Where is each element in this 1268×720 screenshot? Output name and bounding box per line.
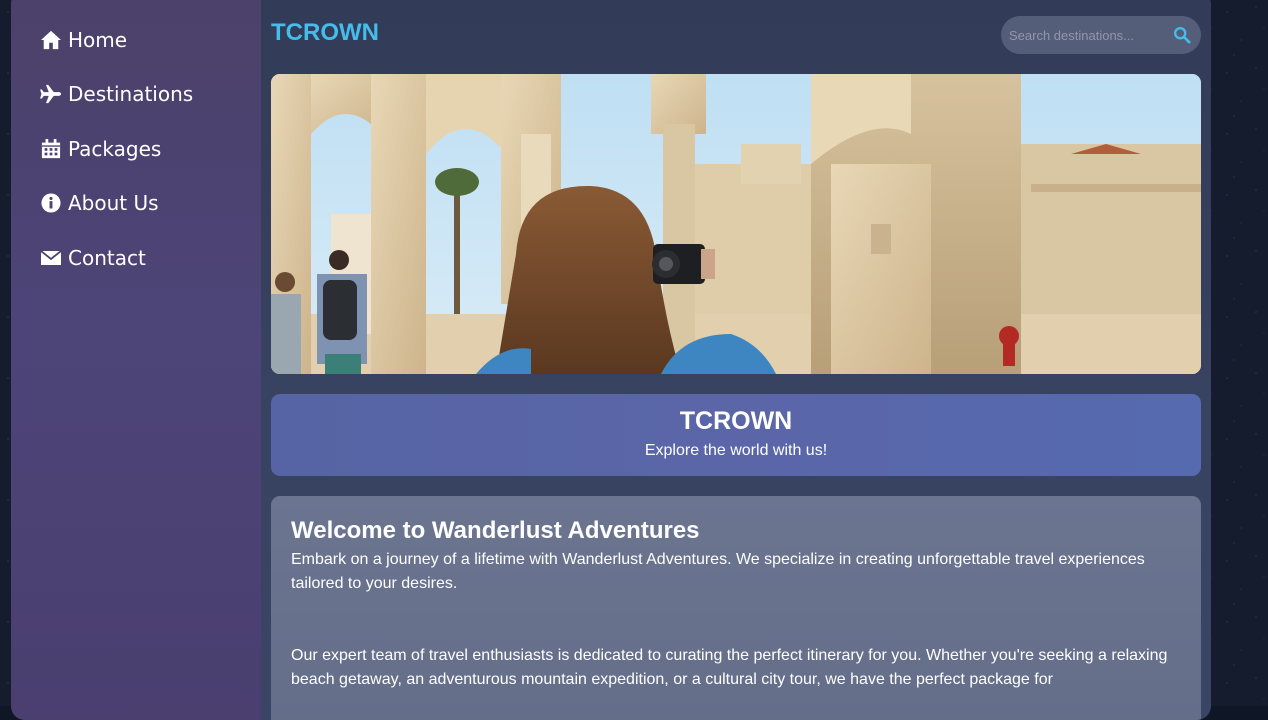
site-brand[interactable]: TCROWN — [271, 19, 379, 47]
sidebar-item-home[interactable]: Home — [40, 24, 127, 56]
hero-image — [271, 74, 1201, 374]
banner-subtitle: Explore the world with us! — [644, 442, 828, 459]
welcome-heading: Welcome to Wanderlust Adventures — [291, 517, 700, 544]
envelope-icon — [40, 250, 62, 265]
sidebar-item-about[interactable]: About Us — [40, 187, 159, 219]
search-icon[interactable] — [1173, 26, 1191, 44]
sidebar-item-packages[interactable]: Packages — [40, 133, 161, 165]
sidebar-item-label: Packages — [68, 137, 162, 161]
hero-photo — [271, 74, 1201, 374]
welcome-section: Welcome to Wanderlust Adventures Embark … — [271, 496, 1201, 720]
banner-title: TCROWN — [679, 407, 793, 435]
calendar-icon — [41, 139, 61, 159]
main-content: TCROWN Search destinations... TCROWN Exp… — [271, 0, 1201, 720]
hero-banner: TCROWN Explore the world with us! — [271, 394, 1201, 476]
sidebar-item-label: Destinations — [68, 82, 194, 106]
sidebar-item-label: Home — [68, 28, 128, 52]
plane-icon — [40, 84, 61, 104]
info-circle-icon — [41, 193, 61, 213]
search-input[interactable] — [1001, 16, 1169, 54]
app-window: Home Destinations Packages About Us Cont… — [11, 0, 1211, 720]
sidebar-item-contact[interactable]: Contact — [40, 242, 146, 274]
welcome-paragraph: Embark on a journey of a lifetime with W… — [291, 551, 1145, 592]
sidebar-item-label: Contact — [68, 246, 146, 270]
welcome-paragraph: Our expert team of travel enthusiasts is… — [291, 647, 1168, 688]
sidebar-item-label: About Us — [68, 191, 159, 215]
home-icon — [41, 30, 61, 50]
search-bar — [1001, 16, 1201, 54]
sidebar: Home Destinations Packages About Us Cont… — [11, 0, 261, 720]
sidebar-item-destinations[interactable]: Destinations — [40, 78, 193, 110]
